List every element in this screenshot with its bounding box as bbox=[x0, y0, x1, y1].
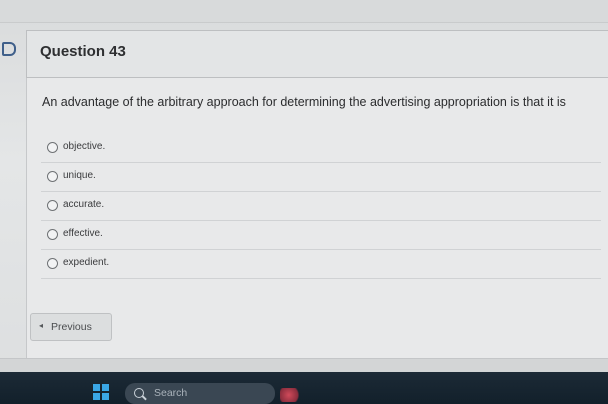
question-text: An advantage of the arbitrary approach f… bbox=[42, 95, 566, 109]
previous-button-label: Previous bbox=[51, 321, 92, 333]
answer-choices: objective. unique. accurate. effective. … bbox=[41, 134, 601, 279]
answer-choice-label[interactable]: unique. bbox=[63, 170, 96, 181]
radio-button[interactable] bbox=[47, 258, 58, 269]
answer-choice[interactable]: effective. bbox=[41, 221, 601, 250]
answer-choice[interactable]: unique. bbox=[41, 163, 601, 192]
radio-button[interactable] bbox=[47, 142, 58, 153]
page-bottom-band bbox=[0, 358, 608, 373]
windows-taskbar: Search bbox=[0, 372, 608, 404]
answer-choice-label[interactable]: expedient. bbox=[63, 257, 109, 268]
question-title: Question 43 bbox=[40, 43, 126, 60]
search-icon bbox=[134, 388, 144, 398]
radio-button[interactable] bbox=[47, 171, 58, 182]
taskbar-search-box[interactable]: Search bbox=[125, 383, 275, 404]
windows-start-icon[interactable] bbox=[93, 384, 109, 400]
screen: Question 43 An advantage of the arbitrar… bbox=[0, 0, 608, 404]
answer-choice[interactable]: expedient. bbox=[41, 250, 601, 279]
flag-question-icon[interactable] bbox=[2, 42, 16, 56]
answer-choice-label[interactable]: effective. bbox=[63, 228, 103, 239]
radio-button[interactable] bbox=[47, 229, 58, 240]
taskbar-search-label: Search bbox=[154, 387, 188, 399]
answer-choice-label[interactable]: objective. bbox=[63, 141, 105, 152]
radio-button[interactable] bbox=[47, 200, 58, 211]
answer-choice-label[interactable]: accurate. bbox=[63, 199, 104, 210]
weather-widget-icon[interactable] bbox=[280, 388, 302, 402]
question-body: An advantage of the arbitrary approach f… bbox=[26, 78, 608, 358]
question-header: Question 43 bbox=[26, 30, 608, 78]
previous-button[interactable]: ◂ Previous bbox=[30, 313, 112, 341]
page-top-strip bbox=[0, 0, 608, 23]
answer-choice[interactable]: objective. bbox=[41, 134, 601, 163]
answer-choice[interactable]: accurate. bbox=[41, 192, 601, 221]
chevron-left-icon: ◂ bbox=[39, 321, 44, 330]
